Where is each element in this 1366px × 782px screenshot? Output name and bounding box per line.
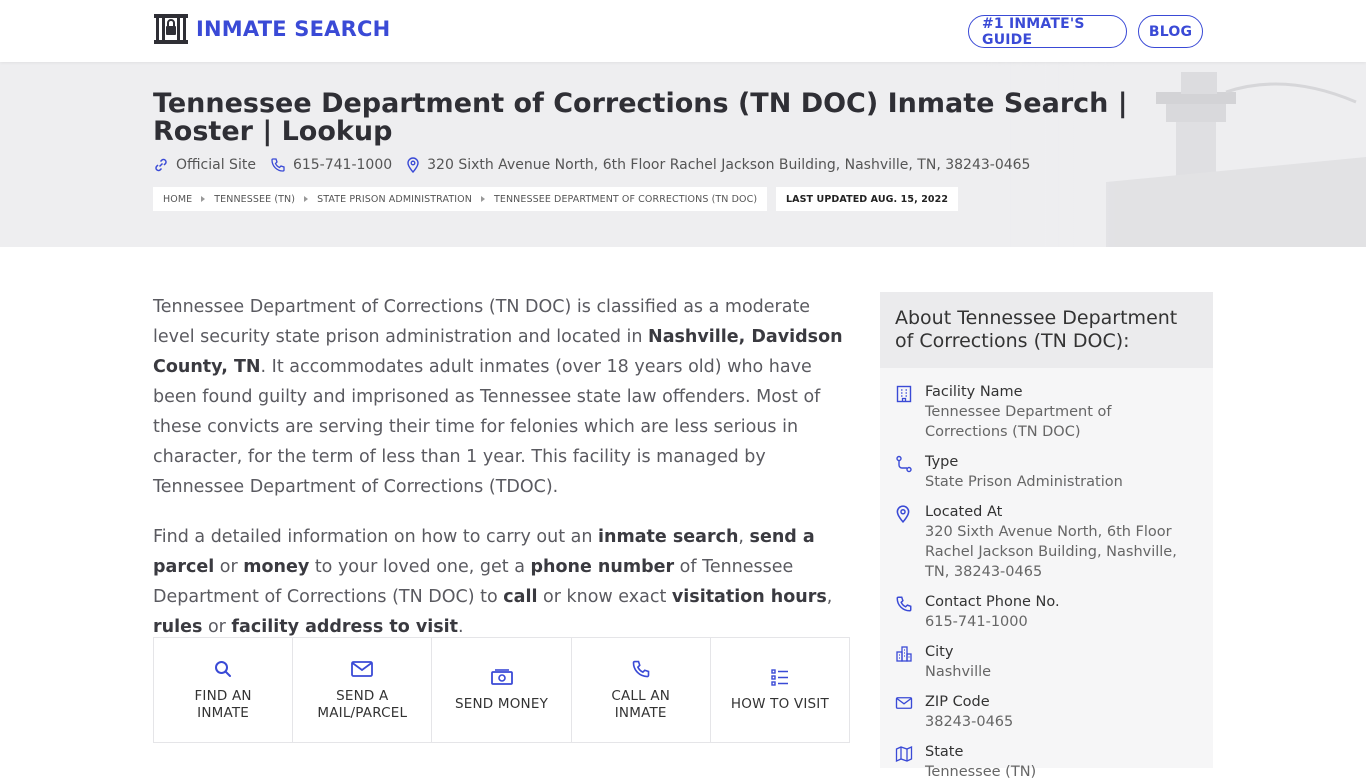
breadcrumb-home[interactable]: HOME	[163, 194, 192, 205]
info-value: 38243-0465	[925, 714, 1014, 730]
city-icon	[896, 646, 912, 662]
guide-keyword: inmate search	[598, 527, 739, 547]
phone-link[interactable]: 615-741-1000	[270, 157, 392, 173]
phone-icon	[632, 660, 650, 677]
info-row-city: City Nashville	[895, 642, 1198, 682]
call-inmate-button[interactable]: CALL AN INMATE	[572, 638, 711, 742]
last-updated-badge: LAST UPDATED AUG. 15, 2022	[776, 187, 959, 211]
guide-text: .	[458, 617, 464, 637]
find-inmate-button[interactable]: FIND AN INMATE	[154, 638, 294, 742]
building-icon	[896, 385, 912, 403]
logo-text: INMATE SEARCH	[196, 17, 391, 41]
facility-info-sidebar: About Tennessee Department of Correction…	[880, 292, 1213, 780]
top-navbar: INMATE SEARCH #1 INMATE'S GUIDE BLOG	[0, 0, 1366, 62]
money-icon	[490, 669, 513, 685]
guide-keyword: facility address to visit	[231, 617, 459, 637]
jail-cell-icon	[154, 14, 188, 44]
action-label: SEND MONEY	[454, 696, 549, 712]
how-to-visit-button[interactable]: HOW TO VISIT	[711, 638, 849, 742]
action-label: CALL AN INMATE	[611, 687, 671, 721]
breadcrumb-state[interactable]: TENNESSEE (TN)	[214, 194, 295, 205]
info-value: Tennessee Department of Corrections (TN …	[925, 404, 1112, 440]
info-value: 320 Sixth Avenue North, 6th Floor Rachel…	[925, 524, 1177, 580]
guide-paragraph: Find a detailed information on how to ca…	[153, 522, 853, 642]
address-text: 320 Sixth Avenue North, 6th Floor Rachel…	[427, 157, 1031, 173]
map-pin-icon	[896, 505, 910, 524]
action-label: HOW TO VISIT	[730, 696, 829, 712]
info-value: Nashville	[925, 664, 992, 680]
guide-text: to your loved one, get a	[309, 557, 531, 577]
phone-number: 615-741-1000	[292, 157, 393, 173]
facility-info-list: Facility Name Tennessee Department of Co…	[880, 368, 1213, 782]
guide-keyword: visitation hours	[671, 587, 827, 607]
info-row-phone: Contact Phone No. 615-741-1000	[895, 592, 1198, 632]
info-label: City	[925, 644, 954, 660]
guide-text: ,	[738, 527, 750, 547]
sidebar-title: About Tennessee Department of Correction…	[880, 292, 1213, 368]
map-pin-icon	[407, 157, 419, 173]
info-label: Located At	[925, 504, 1003, 520]
map-icon	[895, 745, 913, 763]
page-title: Tennessee Department of Corrections (TN …	[153, 88, 1128, 147]
guide-keyword: phone number	[530, 557, 675, 577]
info-label: Contact Phone No.	[925, 594, 1060, 610]
guide-keyword: rules	[153, 617, 203, 637]
breadcrumb-separator-icon	[201, 196, 206, 202]
info-value: State Prison Administration	[925, 474, 1123, 490]
action-label: SEND A MAIL/PARCEL	[317, 687, 408, 721]
info-label: ZIP Code	[925, 694, 990, 710]
address-item: 320 Sixth Avenue North, 6th Floor Rachel…	[406, 157, 1030, 173]
info-label: Facility Name	[925, 384, 1023, 400]
mail-icon	[351, 660, 374, 677]
guide-keyword: money	[243, 557, 310, 577]
breadcrumb-separator-icon	[480, 196, 485, 202]
info-label: Type	[925, 454, 959, 470]
link-icon	[155, 158, 167, 172]
breadcrumb-separator-icon	[304, 196, 309, 202]
official-site-link[interactable]: Official Site	[153, 157, 256, 173]
main-content: Tennessee Department of Corrections (TN …	[153, 292, 853, 642]
info-row-type: Type State Prison Administration	[895, 452, 1198, 492]
route-icon	[896, 455, 912, 473]
info-row-zip: ZIP Code 38243-0465	[895, 692, 1198, 732]
info-value: Tennessee (TN)	[925, 764, 1037, 780]
blog-button[interactable]: BLOG	[1138, 15, 1203, 48]
guide-keyword: call	[503, 587, 538, 607]
quick-actions: FIND AN INMATE SEND A MAIL/PARCEL SEND MON…	[153, 637, 850, 743]
phone-icon	[271, 158, 285, 172]
send-money-button[interactable]: SEND MONEY	[432, 638, 572, 742]
hero-banner: Tennessee Department of Corrections (TN …	[0, 62, 1366, 247]
site-logo[interactable]: INMATE SEARCH	[153, 13, 390, 45]
info-value: 615-741-1000	[925, 614, 1028, 630]
phone-icon	[896, 596, 912, 612]
intro-text-c: . It accommodates adult inmates (over 18…	[153, 357, 821, 497]
send-mail-button[interactable]: SEND A MAIL/PARCEL	[293, 638, 433, 742]
breadcrumb: HOME TENNESSEE (TN) STATE PRISON ADMINIS…	[153, 187, 768, 211]
intro-paragraph: Tennessee Department of Corrections (TN …	[153, 292, 853, 502]
guide-text: or know exact	[537, 587, 672, 607]
guide-text: ,	[826, 587, 833, 607]
search-icon	[215, 660, 232, 677]
action-label: FIND AN INMATE	[194, 687, 252, 721]
guide-text: Find a detailed information on how to ca…	[153, 527, 599, 547]
mail-icon	[895, 697, 913, 709]
guide-text: or	[202, 617, 232, 637]
list-icon	[771, 669, 788, 686]
info-row-facility-name: Facility Name Tennessee Department of Co…	[895, 382, 1198, 442]
inmates-guide-button[interactable]: #1 INMATE'S GUIDE	[968, 15, 1127, 48]
info-label: State	[925, 744, 964, 760]
official-site-label: Official Site	[176, 157, 256, 173]
info-row-located-at: Located At 320 Sixth Avenue North, 6th F…	[895, 502, 1198, 582]
info-row-state: State Tennessee (TN)	[895, 742, 1198, 782]
breadcrumb-current[interactable]: TENNESSEE DEPARTMENT OF CORRECTIONS (TN …	[494, 194, 757, 205]
breadcrumb-category[interactable]: STATE PRISON ADMINISTRATION	[317, 194, 472, 205]
guide-text: or	[214, 557, 244, 577]
facility-meta: Official Site 615-741-1000 320 Sixth Ave…	[153, 157, 1044, 173]
